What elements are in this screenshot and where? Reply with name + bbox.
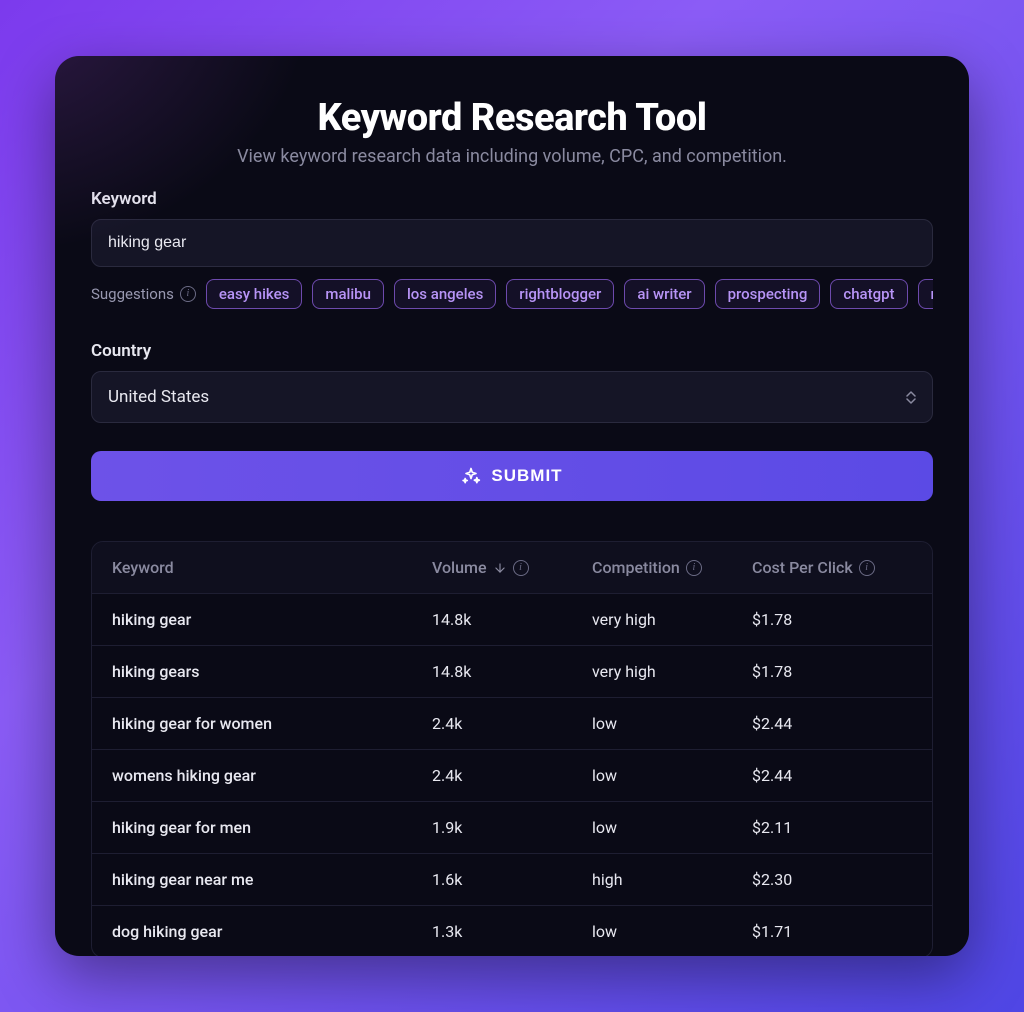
select-updown-icon [906,391,916,404]
cell-competition: low [592,766,752,785]
info-icon[interactable]: i [859,560,875,576]
country-value: United States [108,387,209,407]
table-row[interactable]: hiking gear near me1.6khigh$2.30 [92,854,932,906]
cell-competition: very high [592,662,752,681]
cell-cpc: $2.44 [752,766,912,785]
info-icon[interactable]: i [513,560,529,576]
col-volume-label: Volume [432,558,487,577]
cell-volume: 1.6k [432,870,592,889]
country-select[interactable]: United States [91,371,933,423]
cell-cpc: $2.11 [752,818,912,837]
suggestions-row: Suggestions i easy hikes malibu los ange… [91,279,933,309]
suggestion-chip[interactable]: rightblogger [506,279,614,309]
col-volume[interactable]: Volume i [432,558,592,577]
table-row[interactable]: hiking gear14.8kvery high$1.78 [92,594,932,646]
header: Keyword Research Tool View keyword resea… [91,96,933,167]
cell-volume: 2.4k [432,714,592,733]
cell-cpc: $1.78 [752,662,912,681]
col-cpc[interactable]: Cost Per Click i [752,558,912,577]
table-row[interactable]: womens hiking gear2.4klow$2.44 [92,750,932,802]
table-row[interactable]: hiking gear for men1.9klow$2.11 [92,802,932,854]
cell-keyword: hiking gear near me [112,870,432,889]
cell-keyword: dog hiking gear [112,922,432,941]
app-card: Keyword Research Tool View keyword resea… [55,56,969,956]
suggestion-chip[interactable]: prospecting [715,279,821,309]
cell-volume: 2.4k [432,766,592,785]
cell-keyword: hiking gear for men [112,818,432,837]
suggestion-chip[interactable]: money blogging [918,279,933,309]
col-keyword-label: Keyword [112,558,174,577]
submit-label: SUBMIT [491,466,562,486]
table-row[interactable]: hiking gear for women2.4klow$2.44 [92,698,932,750]
info-icon[interactable]: i [180,286,196,302]
cell-cpc: $1.78 [752,610,912,629]
cell-competition: high [592,870,752,889]
cell-volume: 14.8k [432,610,592,629]
cell-competition: very high [592,610,752,629]
sparkle-icon [461,466,481,486]
cell-cpc: $2.30 [752,870,912,889]
suggestion-chip[interactable]: malibu [312,279,384,309]
cell-competition: low [592,714,752,733]
cell-cpc: $2.44 [752,714,912,733]
submit-button[interactable]: SUBMIT [91,451,933,501]
cell-keyword: hiking gears [112,662,432,681]
suggestion-chip[interactable]: easy hikes [206,279,303,309]
cell-volume: 1.9k [432,818,592,837]
results-header-row: Keyword Volume i Competition i Cost Per … [92,542,932,594]
suggestion-chip[interactable]: chatgpt [830,279,907,309]
cell-cpc: $1.71 [752,922,912,941]
col-competition-label: Competition [592,558,680,577]
page-subtitle: View keyword research data including vol… [91,146,933,167]
cell-competition: low [592,922,752,941]
col-keyword[interactable]: Keyword [112,558,432,577]
keyword-input[interactable] [91,219,933,267]
col-cpc-label: Cost Per Click [752,558,853,577]
keyword-label: Keyword [91,189,933,209]
country-section: Country United States [91,341,933,423]
page-title: Keyword Research Tool [91,96,933,140]
cell-keyword: hiking gear [112,610,432,629]
col-competition[interactable]: Competition i [592,558,752,577]
cell-volume: 1.3k [432,922,592,941]
suggestion-chip[interactable]: ai writer [624,279,704,309]
table-row[interactable]: dog hiking gear1.3klow$1.71 [92,906,932,956]
cell-volume: 14.8k [432,662,592,681]
suggestion-chip[interactable]: los angeles [394,279,496,309]
info-icon[interactable]: i [686,560,702,576]
table-row[interactable]: hiking gears14.8kvery high$1.78 [92,646,932,698]
cell-keyword: womens hiking gear [112,766,432,785]
cell-keyword: hiking gear for women [112,714,432,733]
suggestions-label: Suggestions i [91,285,196,303]
suggestions-label-text: Suggestions [91,285,174,303]
cell-competition: low [592,818,752,837]
results-table: Keyword Volume i Competition i Cost Per … [91,541,933,956]
country-label: Country [91,341,933,361]
arrow-down-icon [493,561,507,575]
